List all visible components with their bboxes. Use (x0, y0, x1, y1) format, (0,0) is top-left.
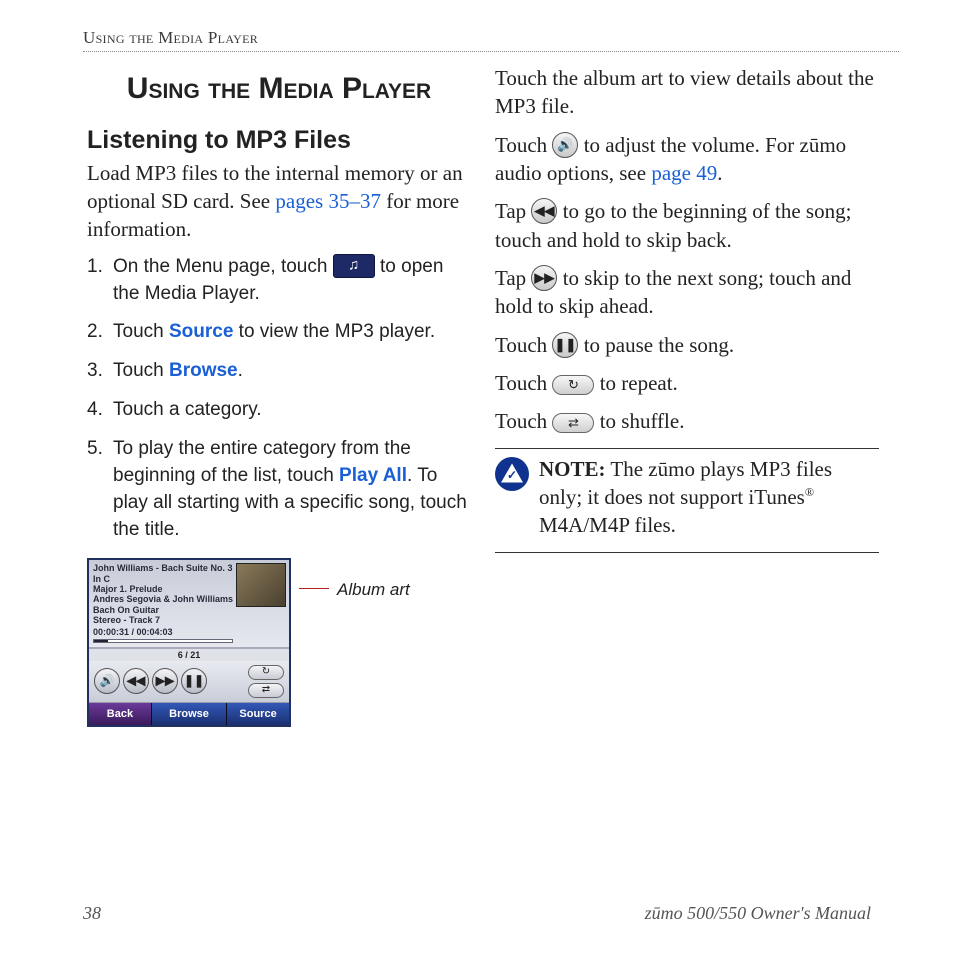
pause-icon-inline: ❚❚ (552, 332, 578, 358)
pause-icon: ❚❚ (184, 674, 204, 688)
track-time: 00:00:31 / 00:04:03 (93, 627, 233, 637)
note-label: NOTE: (539, 457, 606, 481)
browse-button: Browse (152, 703, 227, 725)
pause-paragraph: Touch ❚❚ to pause the song. (495, 331, 879, 359)
shuffle-icon: ⇄ (262, 684, 270, 695)
shuffle-paragraph: Touch ⇄ to shuffle. (495, 407, 879, 435)
page-title: Using the Media Player (87, 70, 471, 108)
page-number: 38 (83, 903, 101, 924)
music-note-icon (333, 254, 375, 278)
next-button: ▶▶ (152, 668, 178, 694)
track-album: Bach On Guitar (93, 605, 233, 615)
callout-line (299, 588, 329, 589)
repeat-icon: ↻ (262, 666, 270, 677)
manual-title: zūmo 500/550 Owner's Manual (645, 903, 871, 924)
back-button: Back (89, 703, 152, 725)
intro-paragraph: Load MP3 files to the internal memory or… (87, 159, 471, 244)
track-title-line1: John Williams - Bach Suite No. 3 In C (93, 563, 233, 584)
registered-mark: ® (805, 485, 814, 499)
p6-text-a: Touch (495, 371, 552, 395)
step-2: Touch Source to view the MP3 player. (87, 319, 471, 346)
source-button: Source (227, 703, 289, 725)
p2-text-a: Touch (495, 133, 552, 157)
step-3: Touch Browse. (87, 358, 471, 385)
repeat-icon-inline: ↻ (552, 375, 594, 395)
media-player-screenshot: John Williams - Bach Suite No. 3 In C Ma… (87, 558, 291, 726)
steps-list: On the Menu page, touch to open the Medi… (87, 254, 471, 545)
track-count: 6 / 21 (89, 648, 289, 661)
left-column: Using the Media Player Listening to MP3 … (87, 64, 471, 727)
track-artist: Andres Segovia & John Williams (93, 594, 233, 604)
volume-icon-inline: 🔊 (552, 132, 578, 158)
prev-icon-inline: ◀◀ (531, 198, 557, 224)
album-art-thumbnail (236, 563, 286, 607)
step-3-text-a: Touch (113, 360, 169, 381)
step-5: To play the entire category from the beg… (87, 436, 471, 544)
right-column: Touch the album art to view details abou… (495, 64, 879, 727)
running-header: Using the Media Player (83, 28, 871, 48)
p2-text-c: . (717, 161, 722, 185)
step-4: Touch a category. (87, 397, 471, 424)
note-checkmark-icon (495, 457, 529, 491)
p6-text-b: to repeat. (594, 371, 677, 395)
step-2-text-a: Touch (113, 321, 169, 342)
p4-text-a: Tap (495, 266, 531, 290)
prev-paragraph: Tap ◀◀ to go to the beginning of the son… (495, 197, 879, 254)
note-box: NOTE: The zūmo plays MP3 files only; it … (495, 455, 879, 540)
note-rule-top (495, 448, 879, 449)
p3-text-a: Tap (495, 199, 531, 223)
page-footer: 38 zūmo 500/550 Owner's Manual (55, 903, 899, 924)
step-3-text-b: . (238, 360, 243, 381)
link-pages-35-37[interactable]: pages 35–37 (275, 189, 381, 213)
section-heading: Listening to MP3 Files (87, 126, 471, 155)
next-icon: ▶▶ (156, 674, 174, 688)
note-body-b: M4A/M4P files. (539, 513, 676, 537)
repeat-button: ↻ (248, 665, 284, 680)
album-art-callout: Album art (337, 580, 410, 600)
source-label: Source (169, 321, 233, 342)
link-page-49[interactable]: page 49 (651, 161, 717, 185)
album-art-paragraph: Touch the album art to view details abou… (495, 64, 879, 121)
prev-button: ◀◀ (123, 668, 149, 694)
p5-text-a: Touch (495, 333, 552, 357)
player-figure: John Williams - Bach Suite No. 3 In C Ma… (87, 558, 471, 726)
note-rule-bottom (495, 552, 879, 553)
header-rule (83, 51, 899, 52)
p7-text-b: to shuffle. (594, 409, 684, 433)
shuffle-icon-inline: ⇄ (552, 413, 594, 433)
track-info: Stereo - Track 7 (93, 615, 233, 625)
track-title-line2: Major 1. Prelude (93, 584, 233, 594)
shuffle-button: ⇄ (248, 683, 284, 698)
p7-text-a: Touch (495, 409, 552, 433)
next-icon-inline: ▶▶ (531, 265, 557, 291)
prev-icon: ◀◀ (127, 674, 145, 688)
note-text: NOTE: The zūmo plays MP3 files only; it … (539, 455, 879, 540)
volume-paragraph: Touch 🔊 to adjust the volume. For zūmo a… (495, 131, 879, 188)
step-1-text-a: On the Menu page, touch (113, 256, 333, 277)
progress-bar (93, 639, 233, 643)
next-paragraph: Tap ▶▶ to skip to the next song; touch a… (495, 264, 879, 321)
step-1: On the Menu page, touch to open the Medi… (87, 254, 471, 308)
pause-button: ❚❚ (181, 668, 207, 694)
volume-button: 🔊 (94, 668, 120, 694)
repeat-paragraph: Touch ↻ to repeat. (495, 369, 879, 397)
p5-text-b: to pause the song. (578, 333, 734, 357)
step-2-text-b: to view the MP3 player. (233, 321, 435, 342)
browse-label: Browse (169, 360, 238, 381)
volume-icon: 🔊 (100, 674, 115, 688)
play-all-label: Play All (339, 465, 407, 486)
